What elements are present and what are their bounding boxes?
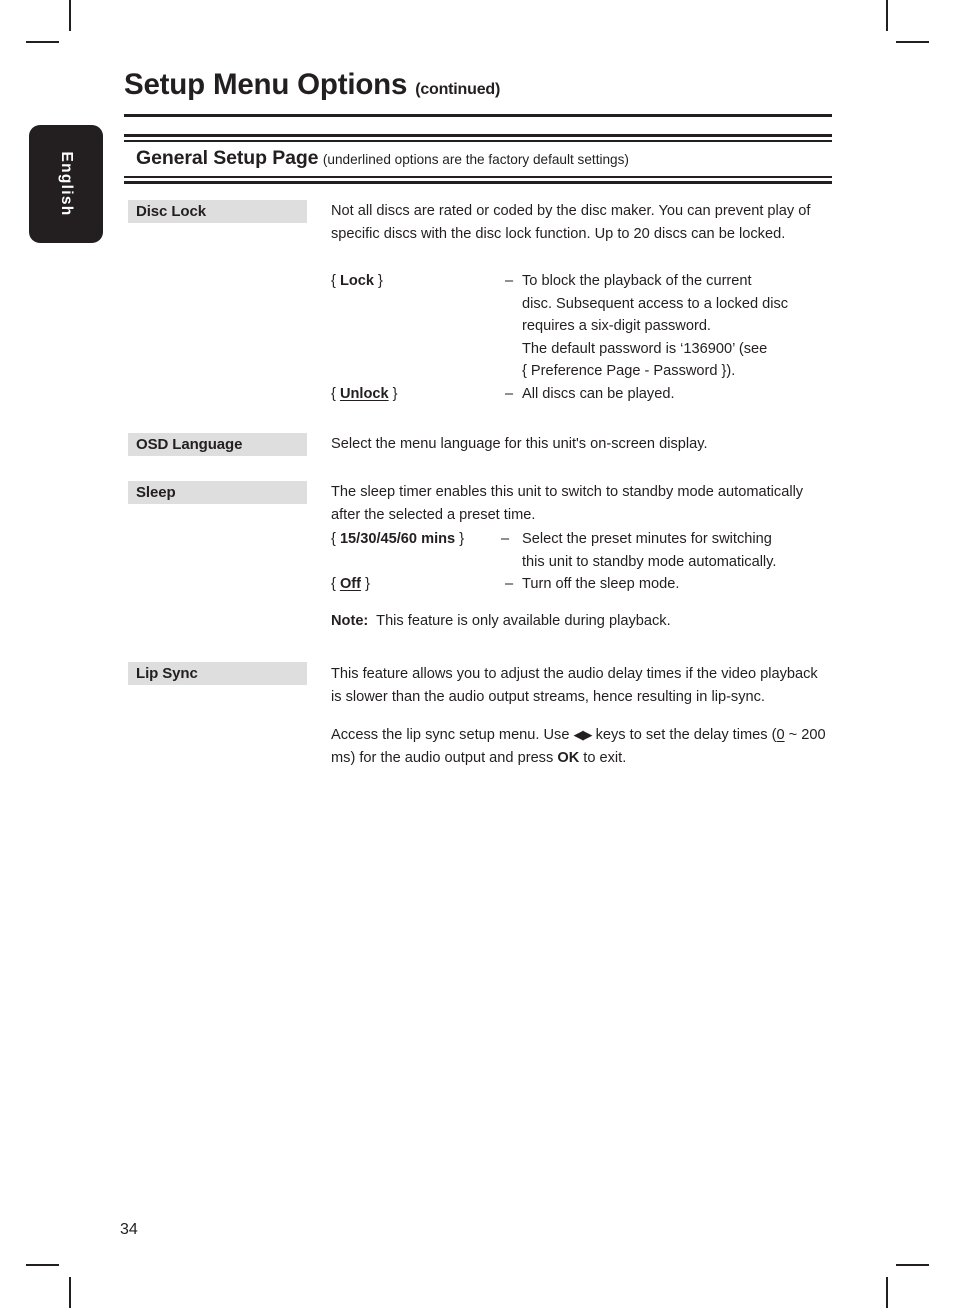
language-tab: English	[29, 125, 103, 243]
page-title-continued: (continued)	[415, 81, 501, 98]
description-sleep: The sleep timer enables this unit to swi…	[331, 481, 831, 526]
option-key-lock: { Lock }	[331, 273, 383, 289]
option-description-unlock: All discs can be played.	[522, 385, 675, 402]
term-label-lip-sync: Lip Sync	[136, 664, 198, 682]
option-row-off: { Off } – Turn off the sleep mode.	[331, 573, 831, 596]
option-dash: –	[501, 531, 510, 547]
description-text-access: Access the lip sync setup menu. Use ◀▶ k…	[331, 727, 826, 766]
crop-mark-top-left-horizontal	[26, 41, 59, 43]
option-description-line: { Preference Page - Password }).	[522, 363, 736, 380]
section-header-band: General Setup Page (underlined options a…	[124, 134, 832, 184]
term-label-sleep: Sleep	[136, 483, 176, 501]
option-list-disc-lock: { Lock } – To block the playback of the …	[331, 270, 831, 406]
option-description-line: requires a six-digit password.	[522, 318, 711, 335]
option-description-off: Turn off the sleep mode.	[522, 576, 680, 593]
option-row-unlock: { Unlock } – All discs can be played.	[331, 383, 831, 406]
term-label-osd-language: OSD Language	[136, 435, 243, 453]
option-dash: –	[505, 576, 514, 593]
section-rule-bottom-thick	[124, 180, 832, 184]
option-key-preset-minutes: { 15/30/45/60 mins }	[331, 531, 465, 547]
header-divider-rule	[124, 114, 832, 118]
description-disc-lock: Not all discs are rated or coded by the …	[331, 200, 831, 245]
option-description-line: Select the preset minutes for switching	[522, 531, 772, 547]
crop-mark-bottom-right-vertical	[886, 1277, 888, 1308]
term-box-disc-lock: Disc Lock	[128, 200, 307, 223]
option-description-line: The default password is ‘136900’ (see	[522, 340, 768, 357]
term-box-osd-language: OSD Language	[128, 433, 307, 456]
option-key-unlock: { Unlock }	[331, 385, 398, 402]
page-title-main: Setup Menu Options	[124, 68, 408, 101]
section-title: General Setup Page	[136, 146, 319, 169]
term-box-sleep: Sleep	[128, 481, 307, 504]
option-list-sleep: { 15/30/45/60 mins } – Select the preset…	[331, 528, 831, 596]
note-body: This feature is only available during pl…	[376, 613, 671, 629]
page-number: 34	[120, 1221, 138, 1238]
description-text: Select the menu language for this unit's…	[331, 436, 708, 452]
option-description-line: this unit to standby mode automatically.	[522, 553, 777, 570]
left-right-arrow-keys-icon: ◀▶	[573, 727, 593, 743]
crop-mark-top-right-horizontal	[896, 41, 929, 43]
section-note: (underlined options are the factory defa…	[322, 151, 629, 167]
description-lip-sync: This feature allows you to adjust the au…	[331, 663, 831, 769]
option-row-lock: { Lock } – To block the playback of the …	[331, 270, 831, 383]
term-label-disc-lock: Disc Lock	[136, 202, 206, 220]
option-description-preset-minutes: Select the preset minutes for switching …	[522, 528, 831, 573]
description-osd-language: Select the menu language for this unit's…	[331, 433, 831, 456]
term-box-lip-sync: Lip Sync	[128, 662, 307, 685]
language-tab-label: English	[58, 151, 75, 217]
description-text: The sleep timer enables this unit to swi…	[331, 484, 804, 523]
crop-mark-bottom-left-horizontal	[26, 1264, 59, 1266]
option-dash: –	[505, 385, 514, 402]
page-title: Setup Menu Options (continued)	[124, 68, 832, 107]
crop-mark-top-right-vertical	[886, 0, 888, 31]
crop-mark-top-left-vertical	[69, 0, 71, 31]
option-row-preset-minutes: { 15/30/45/60 mins } – Select the preset…	[331, 528, 831, 573]
note-sleep: Note: This feature is only available dur…	[331, 610, 831, 633]
option-description-lock: To block the playback of the current dis…	[522, 270, 831, 383]
note-label: Note:	[331, 613, 369, 629]
option-key-off: { Off }	[331, 576, 370, 593]
option-description-line: disc. Subsequent access to a locked disc	[522, 295, 789, 312]
note-text: Note: This feature is only available dur…	[331, 610, 831, 633]
crop-mark-bottom-right-horizontal	[896, 1264, 929, 1266]
option-description-line: To block the playback of the current	[522, 273, 752, 289]
crop-mark-bottom-left-vertical	[69, 1277, 71, 1308]
description-text: Not all discs are rated or coded by the …	[331, 203, 811, 242]
option-dash: –	[505, 273, 514, 289]
description-text: This feature allows you to adjust the au…	[331, 666, 818, 705]
